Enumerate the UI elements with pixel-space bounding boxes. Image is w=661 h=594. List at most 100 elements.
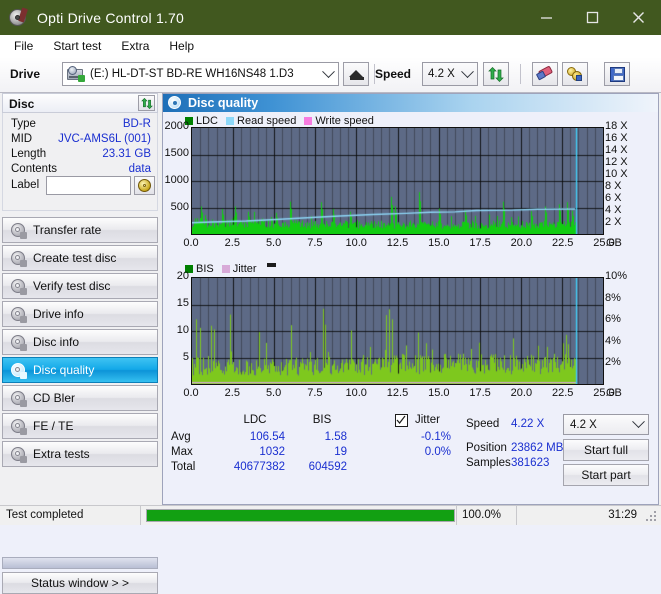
x-axis-unit: GB bbox=[606, 237, 622, 249]
erase-button[interactable] bbox=[532, 62, 558, 86]
menu-file[interactable]: File bbox=[4, 37, 43, 55]
y-tick-label: 20 bbox=[176, 270, 189, 282]
stats-avg-jitter: -0.1% bbox=[420, 431, 451, 443]
x-tick-label: 17.5 bbox=[469, 387, 491, 399]
stats-row-total-label: Total bbox=[171, 461, 196, 473]
legend-swatch-write-speed bbox=[304, 116, 313, 125]
x-tick-label: 0.0 bbox=[183, 387, 199, 399]
progress-percent: 100.0% bbox=[462, 509, 502, 521]
y-tick-label-right: 16 X bbox=[605, 132, 628, 144]
close-icon[interactable] bbox=[615, 0, 661, 35]
properties-button[interactable] bbox=[562, 62, 588, 86]
jitter-label: Jitter bbox=[415, 414, 440, 426]
sidebar-item-verify-test-disc[interactable]: Verify test disc bbox=[2, 273, 158, 299]
disc-icon bbox=[10, 334, 27, 351]
disc-row-mid: MID JVC-AMS6L (001) bbox=[3, 133, 159, 148]
disc-icon bbox=[10, 446, 27, 463]
start-part-button[interactable]: Start part bbox=[563, 464, 649, 486]
sidebar-item-disc-quality[interactable]: Disc quality bbox=[2, 357, 158, 383]
refresh-button[interactable] bbox=[483, 62, 509, 86]
y-tick-label-right: 8 X bbox=[605, 180, 622, 192]
y-tick-label-right: 2 X bbox=[605, 216, 622, 228]
elapsed-time: 31:29 bbox=[608, 509, 637, 521]
disc-label-button[interactable] bbox=[134, 176, 155, 195]
x-tick-label: 7.5 bbox=[307, 237, 323, 249]
disc-label-input[interactable] bbox=[46, 176, 131, 195]
discs-icon bbox=[567, 66, 583, 82]
y-tick-label: 5 bbox=[182, 351, 189, 363]
start-full-label: Start full bbox=[583, 443, 628, 457]
left-panel: Disc Type BD-R MID JVC-AMS6L (001) Lengt… bbox=[0, 93, 160, 594]
position-label: Position bbox=[466, 442, 507, 454]
chevron-down-icon[interactable] bbox=[628, 415, 648, 434]
speed-select[interactable]: 4.2 X bbox=[422, 62, 478, 86]
legend-label-write-speed: Write speed bbox=[315, 114, 374, 127]
status-window-button[interactable]: Status window > > bbox=[2, 572, 158, 594]
ldc-plot-area[interactable] bbox=[191, 127, 604, 235]
chevron-down-icon[interactable] bbox=[457, 63, 477, 85]
minimize-icon[interactable] bbox=[523, 0, 569, 35]
sidebar-item-label: Verify test disc bbox=[33, 279, 111, 293]
x-tick-label: 12.5 bbox=[386, 387, 409, 399]
sidebar-item-transfer-rate[interactable]: Transfer rate bbox=[2, 217, 158, 243]
disc-icon bbox=[10, 390, 27, 407]
bis-plot-area[interactable] bbox=[191, 277, 604, 385]
drive-select[interactable]: (E:) HL-DT-ST BD-RE WH16NS48 1.D3 bbox=[62, 62, 339, 86]
stats-total-bis: 604592 bbox=[308, 461, 347, 473]
menu-bar: File Start test Extra Help bbox=[0, 35, 661, 58]
result-speed-value: 4.2 X bbox=[570, 418, 597, 431]
nav-list: Transfer rate Create test disc Verify te… bbox=[2, 217, 158, 469]
disc-row-key: Type bbox=[11, 118, 36, 130]
app-window: Opti Drive Control 1.70 File Start test … bbox=[0, 0, 661, 594]
disc-label-key: Label bbox=[11, 179, 40, 191]
disc-label-row: Label bbox=[3, 175, 159, 199]
disc-group-header: Disc bbox=[2, 93, 158, 113]
start-full-button[interactable]: Start full bbox=[563, 439, 649, 461]
title-bar: Opti Drive Control 1.70 bbox=[0, 0, 661, 35]
ldc-chart-legend: LDC Read speed Write speed bbox=[185, 114, 382, 127]
disc-row-value: 23.31 GB bbox=[102, 148, 151, 160]
disc-icon bbox=[10, 362, 27, 379]
jitter-checkbox[interactable] bbox=[395, 414, 408, 427]
menu-extra[interactable]: Extra bbox=[111, 37, 159, 55]
chevron-down-icon[interactable] bbox=[318, 63, 338, 85]
scale-marker-icon bbox=[266, 263, 276, 267]
y-tick-label-right: 6% bbox=[605, 313, 621, 326]
bis-chart-legend: BIS Jitter bbox=[185, 262, 276, 275]
disc-refresh-button[interactable] bbox=[138, 95, 155, 111]
sidebar-item-fe-te[interactable]: FE / TE bbox=[2, 413, 158, 439]
y-tick-label-right: 8% bbox=[605, 291, 621, 304]
resize-grip[interactable] bbox=[646, 511, 658, 523]
speed-result-label: Speed bbox=[466, 418, 500, 430]
sidebar-item-create-test-disc[interactable]: Create test disc bbox=[2, 245, 158, 271]
position-value: 23862 MB bbox=[511, 442, 564, 454]
menu-help[interactable]: Help bbox=[159, 37, 204, 55]
optical-drive-icon bbox=[67, 66, 85, 82]
y-tick-label-right: 4 X bbox=[605, 204, 622, 216]
disc-row-key: MID bbox=[11, 133, 33, 145]
sidebar-item-disc-info[interactable]: Disc info bbox=[2, 329, 158, 355]
disc-icon bbox=[10, 278, 27, 295]
disc-group-title: Disc bbox=[9, 97, 35, 111]
menu-start-test[interactable]: Start test bbox=[43, 37, 111, 55]
legend-label-jitter: Jitter bbox=[232, 262, 257, 275]
bis-chart: BIS Jitter 5 10 15 20 2% 4% 6% 8% 10% 0.0 2.5 5.0… bbox=[163, 262, 658, 422]
disc-icon bbox=[10, 306, 27, 323]
eject-button[interactable] bbox=[343, 62, 369, 86]
sidebar-item-label: Create test disc bbox=[33, 251, 117, 265]
status-bar: Test completed 100.0% 31:29 bbox=[0, 505, 661, 525]
save-button[interactable] bbox=[604, 62, 630, 86]
stats-panel: LDC BIS Jitter Avg 106.54 1.58 -0.1% Max… bbox=[163, 412, 658, 486]
sidebar-item-extra-tests[interactable]: Extra tests bbox=[2, 441, 158, 467]
x-tick-label: 22.5 bbox=[551, 387, 574, 399]
maximize-icon[interactable] bbox=[569, 0, 615, 35]
result-speed-select[interactable]: 4.2 X bbox=[563, 414, 649, 435]
sidebar-item-label: FE / TE bbox=[33, 419, 74, 433]
window-title: Opti Drive Control 1.70 bbox=[37, 9, 184, 26]
sidebar-item-cd-bler[interactable]: CD Bler bbox=[2, 385, 158, 411]
x-tick-label: 12.5 bbox=[386, 237, 409, 249]
status-message: Test completed bbox=[6, 509, 84, 521]
y-tick-label-right: 10 X bbox=[605, 168, 628, 180]
sidebar-item-drive-info[interactable]: Drive info bbox=[2, 301, 158, 327]
x-tick-label: 10.0 bbox=[345, 237, 367, 249]
